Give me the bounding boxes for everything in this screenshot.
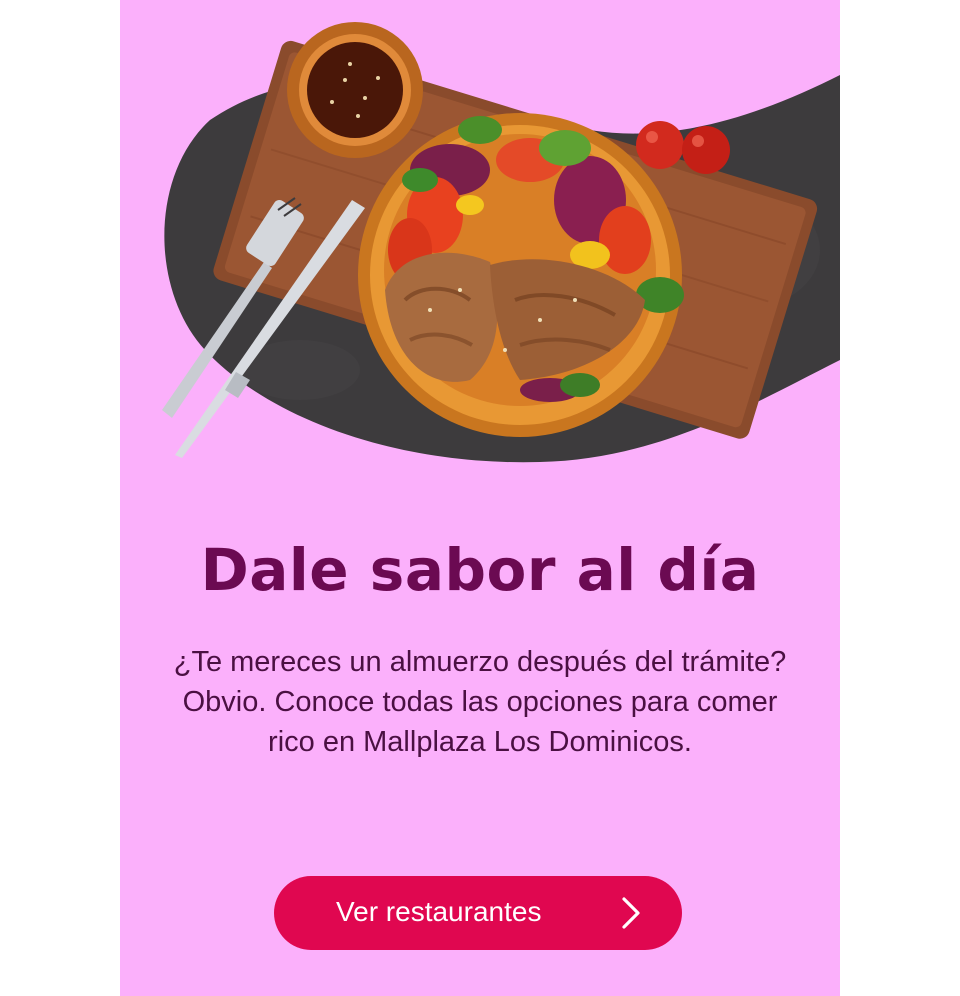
promo-description: ¿Te mereces un almuerzo después del trám… [173, 646, 787, 758]
view-restaurants-button[interactable]: Ver restaurantes [274, 876, 682, 950]
promo-card: Dale sabor al día ¿Te mereces un almuerz… [120, 0, 840, 996]
food-hero-image [162, 22, 840, 463]
promo-headline: Dale sabor al día [200, 536, 760, 604]
chevron-right-icon [622, 897, 640, 929]
view-restaurants-label: Ver restaurantes [336, 896, 542, 927]
